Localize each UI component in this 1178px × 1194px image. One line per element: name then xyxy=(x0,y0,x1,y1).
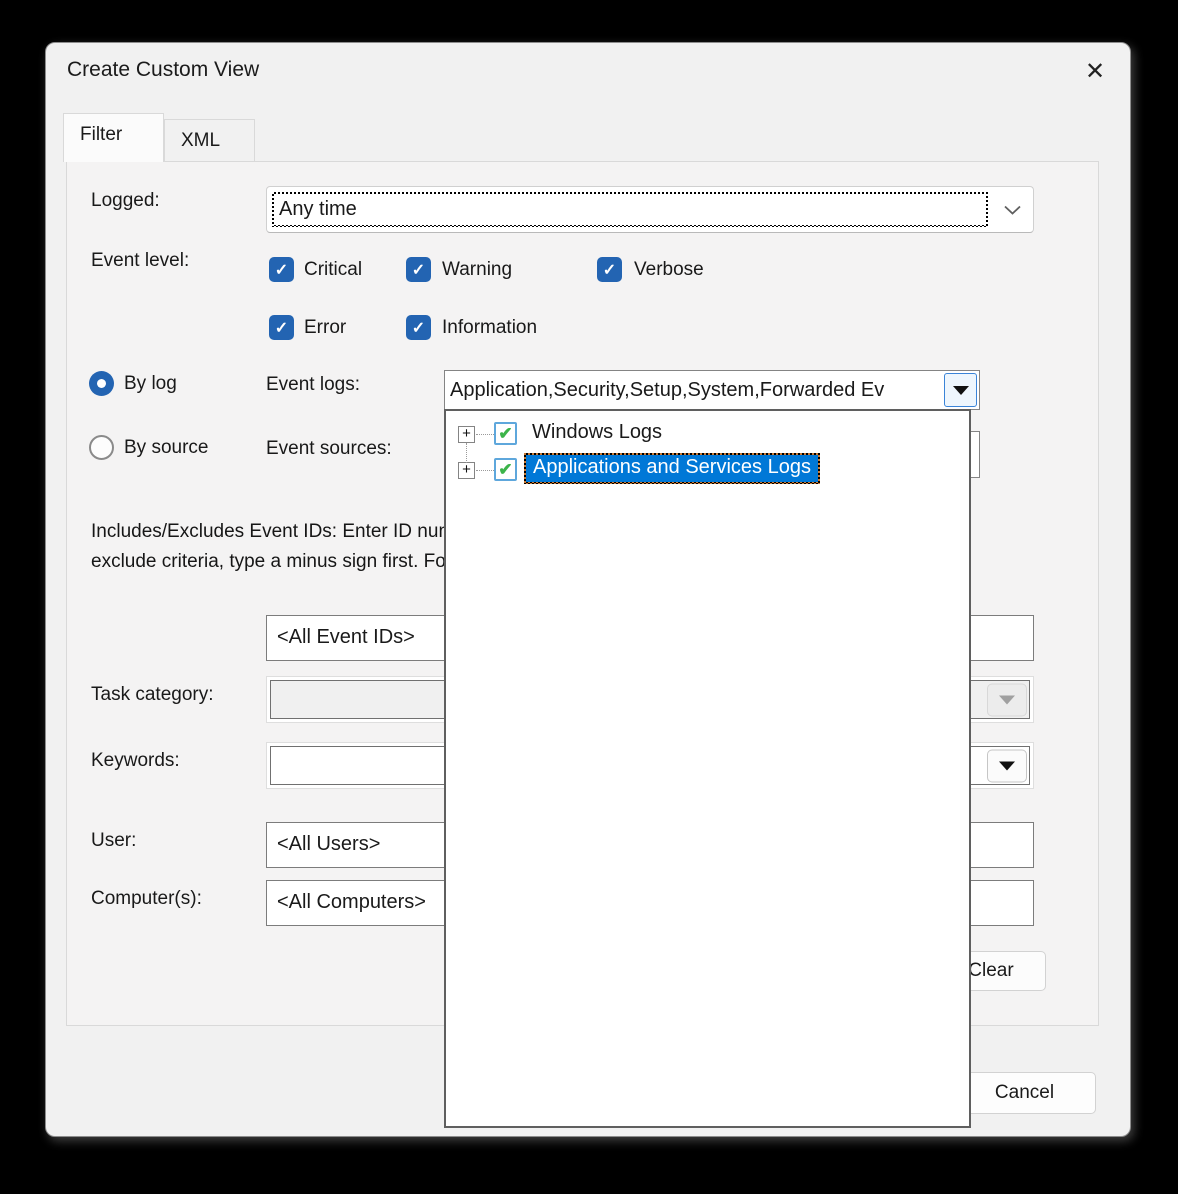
keywords-dropdown-button[interactable] xyxy=(987,749,1027,782)
tree-item-windows-logs[interactable]: + ✔ Windows Logs xyxy=(446,417,969,453)
windows-logs-label[interactable]: Windows Logs xyxy=(532,421,662,444)
close-button[interactable]: ✕ xyxy=(1076,53,1114,89)
information-checkbox[interactable]: ✓ xyxy=(406,315,431,340)
checkmark-icon: ✓ xyxy=(275,318,288,338)
cancel-button[interactable]: Cancel xyxy=(953,1072,1096,1114)
verbose-label: Verbose xyxy=(634,259,704,281)
create-custom-view-dialog: Create Custom View ✕ Filter XML Logged: … xyxy=(45,42,1131,1137)
error-checkbox[interactable]: ✓ xyxy=(269,315,294,340)
event-level-label: Event level: xyxy=(91,250,189,272)
logged-focus-rect: Any time xyxy=(272,192,988,227)
event-logs-label: Event logs: xyxy=(266,374,360,396)
event-logs-value: Application,Security,Setup,System,Forwar… xyxy=(450,371,943,409)
logged-label: Logged: xyxy=(91,190,160,212)
event-logs-dropdown-button[interactable] xyxy=(944,373,977,407)
tab-xml[interactable]: XML xyxy=(164,119,255,163)
tree-connector xyxy=(476,434,494,435)
task-category-label: Task category: xyxy=(91,684,214,706)
tree-connector xyxy=(466,443,467,463)
by-source-label: By source xyxy=(124,437,208,459)
selection-focus-rect: Applications and Services Logs xyxy=(524,453,820,484)
information-label: Information xyxy=(442,317,537,339)
event-sources-label: Event sources: xyxy=(266,438,392,460)
warning-label: Warning xyxy=(442,259,512,281)
green-check-icon: ✔ xyxy=(498,460,512,480)
computers-label: Computer(s): xyxy=(91,888,202,910)
logged-combobox[interactable]: Any time xyxy=(266,186,1034,233)
dropdown-arrow-icon xyxy=(999,695,1015,704)
tab-filter-label: Filter xyxy=(80,124,122,146)
checkmark-icon: ✓ xyxy=(412,260,425,280)
expand-plus-icon[interactable]: + xyxy=(458,426,475,443)
clear-button-label: Clear xyxy=(968,960,1013,982)
tab-xml-label: XML xyxy=(181,130,220,152)
by-log-label: By log xyxy=(124,373,177,395)
event-logs-combobox[interactable]: Application,Security,Setup,System,Forwar… xyxy=(444,370,980,410)
cancel-button-label: Cancel xyxy=(995,1082,1054,1104)
close-icon: ✕ xyxy=(1085,57,1105,86)
by-source-radio[interactable] xyxy=(89,435,114,460)
dropdown-arrow-icon xyxy=(999,761,1015,770)
verbose-checkbox[interactable]: ✓ xyxy=(597,257,622,282)
by-log-radio[interactable] xyxy=(89,371,114,396)
error-label: Error xyxy=(304,317,346,339)
windows-logs-checkbox[interactable]: ✔ xyxy=(494,422,517,445)
tab-filter[interactable]: Filter xyxy=(63,113,164,162)
event-logs-dropdown-panel: + ✔ Windows Logs + ✔ Applications and Se… xyxy=(444,409,971,1128)
logged-value: Any time xyxy=(274,194,986,225)
applications-services-logs-checkbox[interactable]: ✔ xyxy=(494,458,517,481)
critical-checkbox[interactable]: ✓ xyxy=(269,257,294,282)
keywords-label: Keywords: xyxy=(91,750,180,772)
dialog-title: Create Custom View xyxy=(67,58,259,82)
tree-connector xyxy=(476,470,494,471)
checkmark-icon: ✓ xyxy=(412,318,425,338)
green-check-icon: ✔ xyxy=(498,424,512,444)
chevron-down-icon xyxy=(1004,205,1021,215)
warning-checkbox[interactable]: ✓ xyxy=(406,257,431,282)
applications-services-logs-label[interactable]: Applications and Services Logs xyxy=(526,455,818,482)
critical-label: Critical xyxy=(304,259,362,281)
user-label: User: xyxy=(91,830,136,852)
dropdown-arrow-icon xyxy=(953,386,969,395)
tree-item-applications-services-logs[interactable]: + ✔ Applications and Services Logs xyxy=(446,453,969,489)
checkmark-icon: ✓ xyxy=(275,260,288,280)
task-category-dropdown-button xyxy=(987,683,1027,716)
checkmark-icon: ✓ xyxy=(603,260,616,280)
expand-plus-icon[interactable]: + xyxy=(458,462,475,479)
